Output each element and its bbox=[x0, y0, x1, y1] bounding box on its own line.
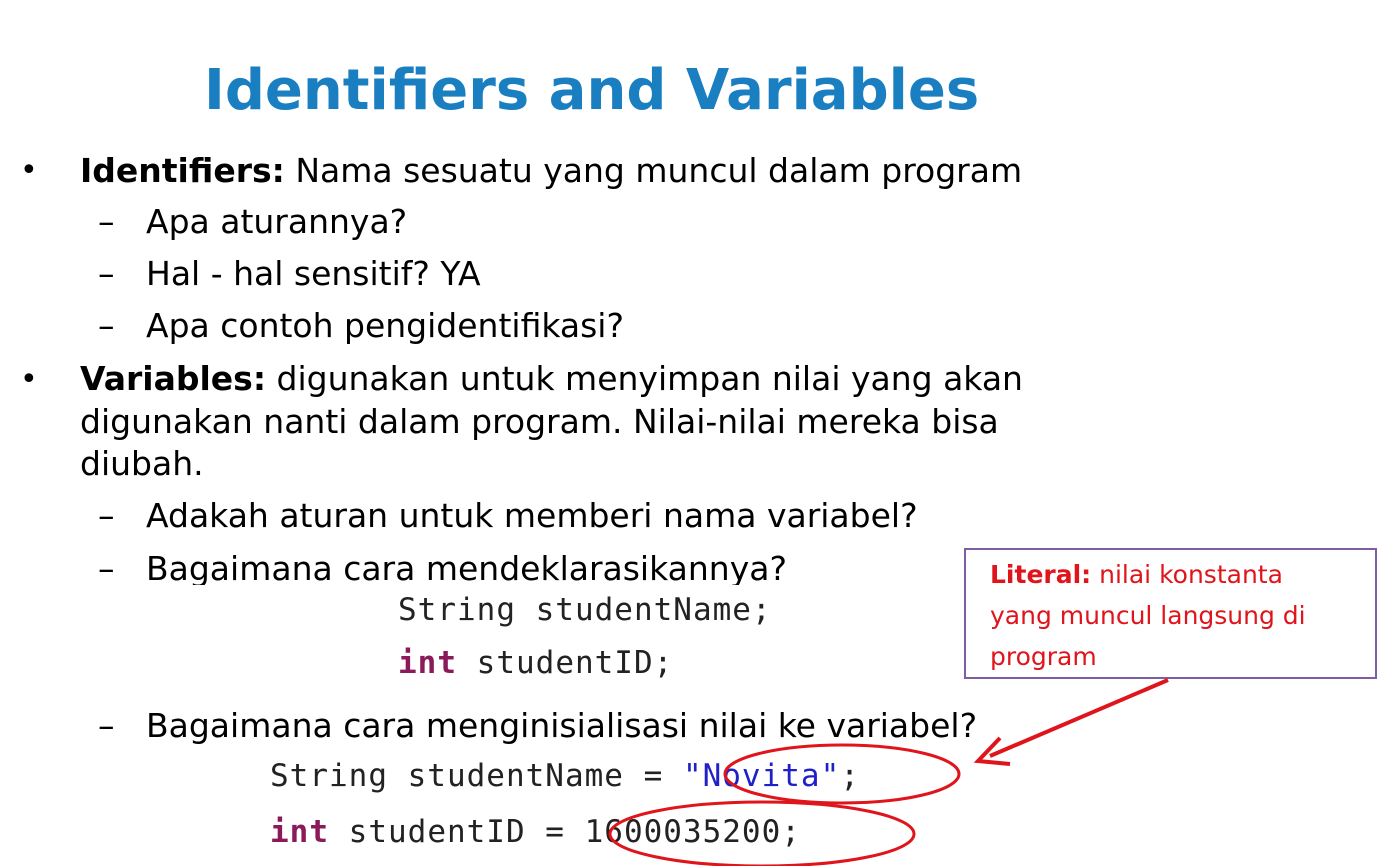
annotation-overlay bbox=[608, 678, 1169, 866]
string-highlight-ellipse bbox=[723, 743, 961, 805]
arrow-line bbox=[989, 678, 1169, 758]
number-highlight-ellipse bbox=[608, 800, 916, 866]
